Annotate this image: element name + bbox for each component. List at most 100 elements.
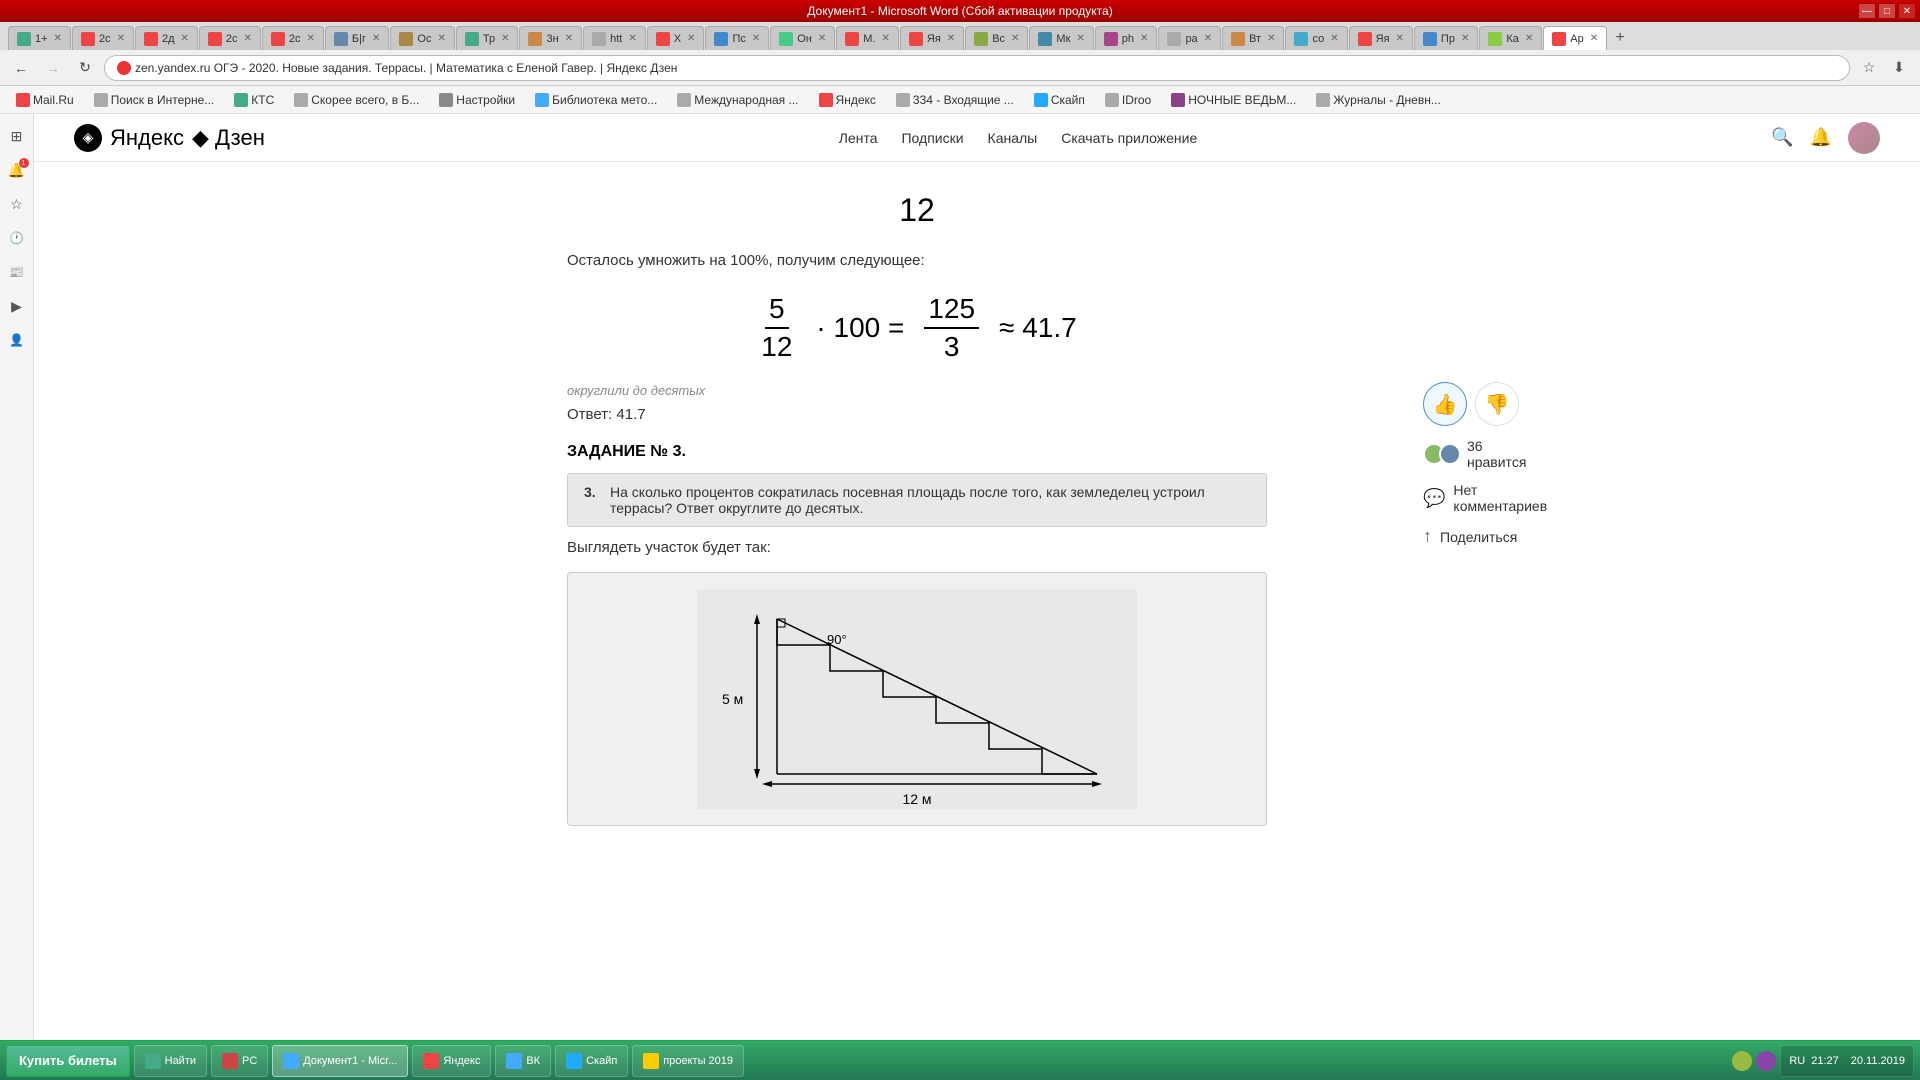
bookmark-skype-label: Скайп bbox=[1051, 93, 1085, 107]
close-button[interactable]: ✕ bbox=[1898, 3, 1916, 19]
tab-14[interactable]: М.✕ bbox=[836, 26, 899, 50]
zen-nav-subscriptions[interactable]: Подписки bbox=[901, 126, 963, 150]
bookmark-library[interactable]: Библиотека мето... bbox=[527, 89, 665, 111]
tab-3[interactable]: 2д✕ bbox=[135, 26, 198, 50]
tab-25-active[interactable]: Ар✕ bbox=[1543, 26, 1607, 50]
sidebar-person-icon[interactable]: 👤 bbox=[3, 326, 31, 354]
tab-13[interactable]: Он✕ bbox=[770, 26, 835, 50]
tab-12[interactable]: Пс✕ bbox=[705, 26, 769, 50]
like-button[interactable]: 👍 bbox=[1423, 382, 1467, 426]
tab-21[interactable]: со✕ bbox=[1285, 26, 1347, 50]
tab-20[interactable]: Вт✕ bbox=[1222, 26, 1284, 50]
svg-text:5 м: 5 м bbox=[722, 691, 743, 707]
window-controls: — □ ✕ bbox=[1858, 3, 1916, 19]
bookmark-search-icon bbox=[94, 93, 108, 107]
taskbar-item-folder[interactable]: проекты 2019 bbox=[632, 1045, 744, 1077]
bookmark-skoree[interactable]: Скорее всего, в Б... bbox=[286, 89, 427, 111]
tab-15[interactable]: Яя✕ bbox=[900, 26, 964, 50]
tray-icon-1[interactable] bbox=[1732, 1051, 1752, 1071]
zen-logo[interactable]: ◈ Яндекс ◆ Дзен bbox=[74, 124, 265, 152]
taskbar-vk-label: ВК bbox=[526, 1055, 540, 1067]
tab-22[interactable]: Яя✕ bbox=[1349, 26, 1413, 50]
math-formula: 5 12 · 100 = 125 3 ≈ 41.7 bbox=[567, 293, 1267, 363]
bookmark-mailru-label: Mail.Ru bbox=[33, 93, 74, 107]
taskbar-item-skype[interactable]: Скайп bbox=[555, 1045, 628, 1077]
sidebar-grid-icon[interactable]: ⊞ bbox=[3, 122, 31, 150]
tab-4[interactable]: 2с✕ bbox=[199, 26, 261, 50]
sidebar-play-icon[interactable]: ▶ bbox=[3, 292, 31, 320]
article-content: 12 Осталось умножить на 100%, получим сл… bbox=[527, 162, 1307, 862]
bookmark-night[interactable]: НОЧНЫЕ ВЕДЬМ... bbox=[1163, 89, 1304, 111]
tab-11[interactable]: X✕ bbox=[647, 26, 705, 50]
zen-nav-download[interactable]: Скачать приложение bbox=[1061, 126, 1197, 150]
tab-9[interactable]: 3н✕ bbox=[519, 26, 582, 50]
back-button[interactable]: ← bbox=[8, 55, 34, 81]
zen-user-avatar[interactable] bbox=[1848, 122, 1880, 154]
bookmark-idroo[interactable]: IDroo bbox=[1097, 89, 1159, 111]
forward-button[interactable]: → bbox=[40, 55, 66, 81]
tab-19[interactable]: ра✕ bbox=[1158, 26, 1221, 50]
zen-nav-feed[interactable]: Лента bbox=[839, 126, 878, 150]
tab-23[interactable]: Пр✕ bbox=[1414, 26, 1478, 50]
refresh-button[interactable]: ↻ bbox=[72, 55, 98, 81]
zen-notification-icon[interactable]: 🔔 bbox=[1810, 127, 1832, 148]
bookmark-international[interactable]: Международная ... bbox=[669, 89, 806, 111]
bookmark-night-label: НОЧНЫЕ ВЕДЬМ... bbox=[1188, 93, 1296, 107]
tab-6[interactable]: Б|г✕ bbox=[325, 26, 389, 50]
zen-nav-channels[interactable]: Каналы bbox=[988, 126, 1038, 150]
likes-avatar-stack bbox=[1423, 443, 1461, 465]
address-bar[interactable]: zen.yandex.ru ОГЭ - 2020. Новые задания.… bbox=[104, 55, 1850, 81]
tab-5[interactable]: 2с✕ bbox=[262, 26, 324, 50]
tab-2[interactable]: 2с✕ bbox=[72, 26, 134, 50]
tab-1[interactable]: 1+✕ bbox=[8, 26, 71, 50]
share-row[interactable]: ↑ Поделиться bbox=[1423, 526, 1517, 547]
start-button[interactable]: Купить билеты bbox=[6, 1045, 130, 1077]
tab-18[interactable]: ph✕ bbox=[1095, 26, 1158, 50]
maximize-button[interactable]: □ bbox=[1878, 3, 1896, 19]
taskbar-item-vk[interactable]: ВК bbox=[495, 1045, 551, 1077]
tab-16[interactable]: Вс✕ bbox=[965, 26, 1028, 50]
bookmark-button[interactable]: ☆ bbox=[1856, 55, 1882, 81]
sidebar-news-icon[interactable]: 📰 bbox=[3, 258, 31, 286]
dislike-button[interactable]: 👎 bbox=[1475, 382, 1519, 426]
sidebar-bell-icon[interactable]: 🔔 1 bbox=[3, 156, 31, 184]
comments-label: Нет комментариев bbox=[1453, 482, 1547, 514]
taskbar-item-ps[interactable]: PС bbox=[211, 1045, 268, 1077]
bookmark-settings[interactable]: Настройки bbox=[431, 89, 523, 111]
zen-search-icon[interactable]: 🔍 bbox=[1771, 127, 1793, 148]
comments-row[interactable]: 💬 Нет комментариев bbox=[1423, 482, 1547, 514]
bookmark-skype[interactable]: Скайп bbox=[1026, 89, 1093, 111]
tray-icons bbox=[1732, 1051, 1776, 1071]
tab-24[interactable]: Ка✕ bbox=[1479, 26, 1542, 50]
tab-10[interactable]: htt✕ bbox=[583, 26, 646, 50]
bookmark-journals-icon bbox=[1316, 93, 1330, 107]
bookmark-journals[interactable]: Журналы - Дневн... bbox=[1308, 89, 1449, 111]
nav-action-buttons: ☆ ⬇ bbox=[1856, 55, 1912, 81]
taskbar-word-label: Документ1 - Micr... bbox=[303, 1055, 397, 1067]
minimize-button[interactable]: — bbox=[1858, 3, 1876, 19]
tray-icon-2[interactable] bbox=[1756, 1051, 1776, 1071]
tab-7[interactable]: Ос✕ bbox=[390, 26, 454, 50]
sidebar-clock-icon[interactable]: 🕐 bbox=[3, 224, 31, 252]
word-icon bbox=[283, 1053, 299, 1069]
taskbar-item-find[interactable]: Найти bbox=[134, 1045, 207, 1077]
taskbar-item-yandex[interactable]: Яндекс bbox=[412, 1045, 491, 1077]
taskbar-folder-label: проекты 2019 bbox=[663, 1055, 733, 1067]
tab-8[interactable]: Тр✕ bbox=[456, 26, 519, 50]
bookmark-mailru[interactable]: Mail.Ru bbox=[8, 89, 82, 111]
formula-multiply: · 100 = bbox=[816, 312, 904, 344]
bookmark-mailru-icon bbox=[16, 93, 30, 107]
tray-date: 20.11.2019 bbox=[1851, 1055, 1905, 1067]
bookmark-search[interactable]: Поиск в Интерне... bbox=[86, 89, 223, 111]
new-tab-button[interactable]: + bbox=[1608, 26, 1632, 50]
tab-17[interactable]: Мк✕ bbox=[1029, 26, 1093, 50]
bookmark-kts[interactable]: КТС bbox=[226, 89, 282, 111]
downloads-button[interactable]: ⬇ bbox=[1886, 55, 1912, 81]
sidebar-star-icon[interactable]: ☆ bbox=[3, 190, 31, 218]
bookmark-idroo-icon bbox=[1105, 93, 1119, 107]
browser-main: ⊞ 🔔 1 ☆ 🕐 📰 ▶ 👤 ◈ Яндекс ◆ Дзен Лента По… bbox=[0, 114, 1920, 1040]
taskbar-item-word[interactable]: Документ1 - Micr... bbox=[272, 1045, 408, 1077]
bookmark-yandex[interactable]: Яндекс bbox=[811, 89, 884, 111]
bookmark-inbox[interactable]: 334 - Входящие ... bbox=[888, 89, 1022, 111]
likes-info: 36 нравится bbox=[1423, 438, 1526, 470]
